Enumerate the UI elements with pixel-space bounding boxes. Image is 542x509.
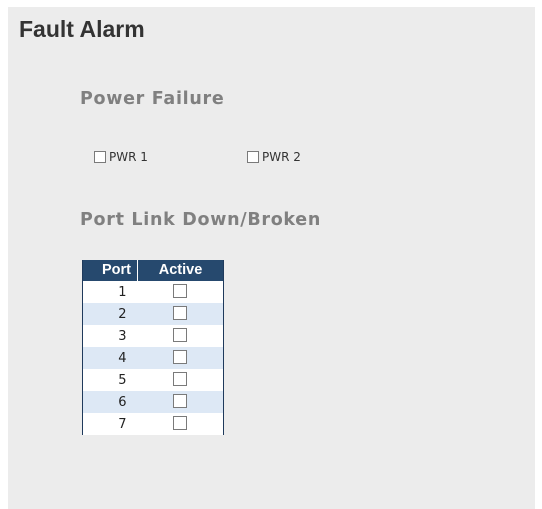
port-number: 1	[82, 281, 138, 303]
port-active-checkbox[interactable]	[173, 284, 188, 298]
table-row: 3	[82, 325, 224, 347]
port-active-checkbox[interactable]	[173, 416, 188, 430]
pwr1-checkbox[interactable]	[94, 151, 106, 163]
pwr1-option[interactable]: PWR 1	[94, 149, 148, 165]
port-link-table: Port Active 1 2 3 4 5 6 7	[82, 260, 224, 435]
port-number: 2	[82, 303, 138, 325]
table-row: 1	[82, 281, 224, 303]
port-active-checkbox[interactable]	[173, 328, 188, 342]
port-active-checkbox[interactable]	[173, 372, 188, 386]
fault-alarm-panel: Fault Alarm Power Failure PWR 1 PWR 2 Po…	[8, 7, 535, 509]
column-header-port: Port	[82, 260, 138, 281]
pwr2-option[interactable]: PWR 2	[247, 149, 301, 165]
port-link-title: Port Link Down/Broken	[80, 210, 322, 230]
port-active-checkbox[interactable]	[173, 306, 188, 320]
table-header-row: Port Active	[82, 260, 224, 281]
table-row: 2	[82, 303, 224, 325]
port-number: 4	[82, 347, 138, 369]
pwr2-label: PWR 2	[262, 150, 301, 164]
pwr2-checkbox[interactable]	[247, 151, 259, 163]
power-failure-title: Power Failure	[80, 89, 225, 109]
port-number: 3	[82, 325, 138, 347]
pwr1-label: PWR 1	[109, 150, 148, 164]
page-title: Fault Alarm	[19, 16, 145, 42]
port-active-checkbox[interactable]	[173, 394, 188, 408]
column-header-active: Active	[137, 260, 224, 281]
table-row: 6	[82, 391, 224, 413]
port-number: 5	[82, 369, 138, 391]
port-number: 7	[82, 413, 138, 435]
port-number: 6	[82, 391, 138, 413]
table-row: 4	[82, 347, 224, 369]
table-row: 5	[82, 369, 224, 391]
table-row: 7	[82, 413, 224, 435]
port-active-checkbox[interactable]	[173, 350, 188, 364]
